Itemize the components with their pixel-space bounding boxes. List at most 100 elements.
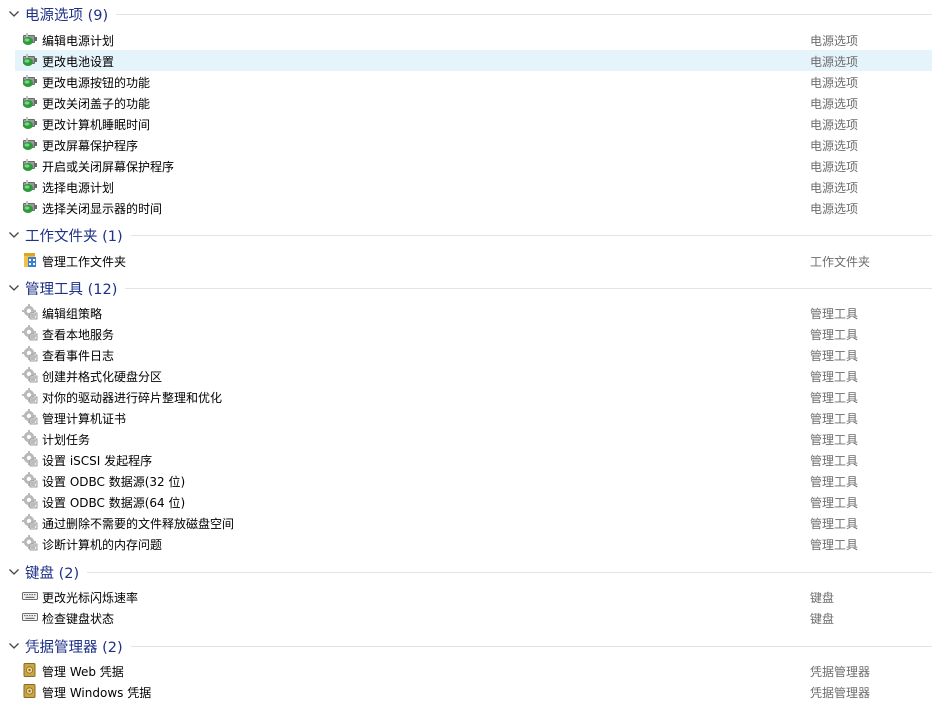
- item-label[interactable]: 查看事件日志: [42, 347, 114, 364]
- item-category: 键盘: [810, 612, 835, 626]
- item-category: 管理工具: [810, 349, 859, 363]
- item-label[interactable]: 更改电池设置: [42, 53, 114, 70]
- result-item[interactable]: 设置 ODBC 数据源(64 位) 管理工具: [15, 491, 932, 512]
- item-label[interactable]: 更改光标闪烁速率: [42, 589, 138, 606]
- item-category: 电源选项: [810, 76, 859, 90]
- item-category: 管理工具: [810, 412, 859, 426]
- result-item[interactable]: 选择电源计划 电源选项: [15, 176, 932, 197]
- result-item[interactable]: 诊断计算机的内存问题 管理工具: [15, 533, 932, 554]
- power-icon: [22, 178, 38, 194]
- result-item[interactable]: 更改计算机睡眠时间 电源选项: [15, 113, 932, 134]
- result-item[interactable]: 选择关闭显示器的时间 电源选项: [15, 197, 932, 218]
- result-item[interactable]: 查看本地服务 管理工具: [15, 323, 932, 344]
- result-item[interactable]: 更改光标闪烁速率 键盘: [15, 586, 932, 607]
- result-item[interactable]: 更改屏幕保护程序 电源选项: [15, 134, 932, 155]
- item-label[interactable]: 对你的驱动器进行碎片整理和优化: [42, 389, 222, 406]
- group-divider: [116, 14, 932, 15]
- group-title: 电源选项 (9): [25, 8, 109, 24]
- item-label[interactable]: 设置 ODBC 数据源(64 位): [42, 494, 185, 511]
- item-label[interactable]: 设置 ODBC 数据源(32 位): [42, 473, 185, 490]
- admin-tools-icon: [22, 451, 38, 467]
- credential-manager-icon: [22, 662, 38, 678]
- item-label[interactable]: 管理计算机证书: [42, 410, 126, 427]
- chevron-down-icon[interactable]: [8, 641, 20, 651]
- power-icon: [22, 73, 38, 89]
- group-header[interactable]: 键盘 (2): [0, 558, 932, 586]
- item-label[interactable]: 更改屏幕保护程序: [42, 137, 138, 154]
- item-category: 管理工具: [810, 370, 859, 384]
- item-category: 工作文件夹: [810, 255, 871, 269]
- item-label[interactable]: 查看本地服务: [42, 326, 114, 343]
- power-icon: [22, 157, 38, 173]
- item-category: 管理工具: [810, 454, 859, 468]
- group-title: 凭据管理器 (2): [25, 640, 123, 656]
- result-item[interactable]: 开启或关闭屏幕保护程序 电源选项: [15, 155, 932, 176]
- search-results-list: 电源选项 (9) 编辑电源计划 电源选项 更改电池设置 电源选项 更改电源按钮的…: [0, 0, 932, 707]
- group-header[interactable]: 凭据管理器 (2): [0, 632, 932, 660]
- group-header[interactable]: 管理工具 (12): [0, 274, 932, 302]
- power-icon: [22, 199, 38, 215]
- result-item[interactable]: 对你的驱动器进行碎片整理和优化 管理工具: [15, 386, 932, 407]
- admin-tools-icon: [22, 493, 38, 509]
- item-label[interactable]: 管理 Windows 凭据: [42, 684, 151, 701]
- power-icon: [22, 31, 38, 47]
- admin-tools-icon: [22, 514, 38, 530]
- power-icon: [22, 115, 38, 131]
- item-category: 电源选项: [810, 55, 859, 69]
- admin-tools-icon: [22, 535, 38, 551]
- group-header[interactable]: 工作文件夹 (1): [0, 221, 932, 249]
- item-label[interactable]: 计划任务: [42, 431, 90, 448]
- group-title: 管理工具 (12): [25, 282, 118, 298]
- item-label[interactable]: 通过删除不需要的文件释放磁盘空间: [42, 515, 234, 532]
- group-title: 工作文件夹 (1): [25, 229, 123, 245]
- item-label[interactable]: 编辑电源计划: [42, 32, 114, 49]
- item-label[interactable]: 更改关闭盖子的功能: [42, 95, 150, 112]
- chevron-down-icon[interactable]: [8, 283, 20, 293]
- result-item[interactable]: 编辑电源计划 电源选项: [15, 29, 932, 50]
- item-label[interactable]: 更改计算机睡眠时间: [42, 116, 150, 133]
- chevron-down-icon[interactable]: [8, 9, 20, 19]
- item-category: 电源选项: [810, 202, 859, 216]
- item-label[interactable]: 选择电源计划: [42, 179, 114, 196]
- keyboard-icon: [22, 588, 38, 604]
- group-header[interactable]: 电源选项 (9): [0, 0, 932, 28]
- item-label[interactable]: 管理工作文件夹: [42, 253, 126, 270]
- result-item[interactable]: 设置 ODBC 数据源(32 位) 管理工具: [15, 470, 932, 491]
- item-label[interactable]: 设置 iSCSI 发起程序: [42, 452, 152, 469]
- item-category: 管理工具: [810, 328, 859, 342]
- result-item[interactable]: 查看事件日志 管理工具: [15, 344, 932, 365]
- item-label[interactable]: 选择关闭显示器的时间: [42, 200, 162, 217]
- item-label[interactable]: 更改电源按钮的功能: [42, 74, 150, 91]
- item-label[interactable]: 管理 Web 凭据: [42, 663, 124, 680]
- result-item[interactable]: 更改电池设置 电源选项: [15, 50, 932, 71]
- result-item[interactable]: 更改关闭盖子的功能 电源选项: [15, 92, 932, 113]
- result-item[interactable]: 创建并格式化硬盘分区 管理工具: [15, 365, 932, 386]
- result-item[interactable]: 管理 Web 凭据 凭据管理器: [15, 660, 932, 681]
- result-item[interactable]: 管理计算机证书 管理工具: [15, 407, 932, 428]
- item-label[interactable]: 检查键盘状态: [42, 610, 114, 627]
- keyboard-icon: [22, 609, 38, 625]
- item-category: 凭据管理器: [810, 665, 871, 679]
- chevron-down-icon[interactable]: [8, 567, 20, 577]
- credential-manager-icon: [22, 683, 38, 699]
- item-label[interactable]: 创建并格式化硬盘分区: [42, 368, 162, 385]
- admin-tools-icon: [22, 367, 38, 383]
- item-label[interactable]: 开启或关闭屏幕保护程序: [42, 158, 174, 175]
- result-item[interactable]: 更改电源按钮的功能 电源选项: [15, 71, 932, 92]
- result-item[interactable]: 通过删除不需要的文件释放磁盘空间 管理工具: [15, 512, 932, 533]
- admin-tools-icon: [22, 430, 38, 446]
- item-label[interactable]: 编辑组策略: [42, 305, 102, 322]
- result-item[interactable]: 设置 iSCSI 发起程序 管理工具: [15, 449, 932, 470]
- result-item[interactable]: 计划任务 管理工具: [15, 428, 932, 449]
- group-divider: [130, 235, 932, 236]
- result-item[interactable]: 管理工作文件夹 工作文件夹: [15, 250, 932, 271]
- item-label[interactable]: 诊断计算机的内存问题: [42, 536, 162, 553]
- admin-tools-icon: [22, 346, 38, 362]
- item-category: 管理工具: [810, 496, 859, 510]
- power-icon: [22, 94, 38, 110]
- result-item[interactable]: 编辑组策略 管理工具: [15, 302, 932, 323]
- group-divider: [125, 288, 932, 289]
- result-item[interactable]: 管理 Windows 凭据 凭据管理器: [15, 681, 932, 702]
- chevron-down-icon[interactable]: [8, 230, 20, 240]
- result-item[interactable]: 检查键盘状态 键盘: [15, 607, 932, 628]
